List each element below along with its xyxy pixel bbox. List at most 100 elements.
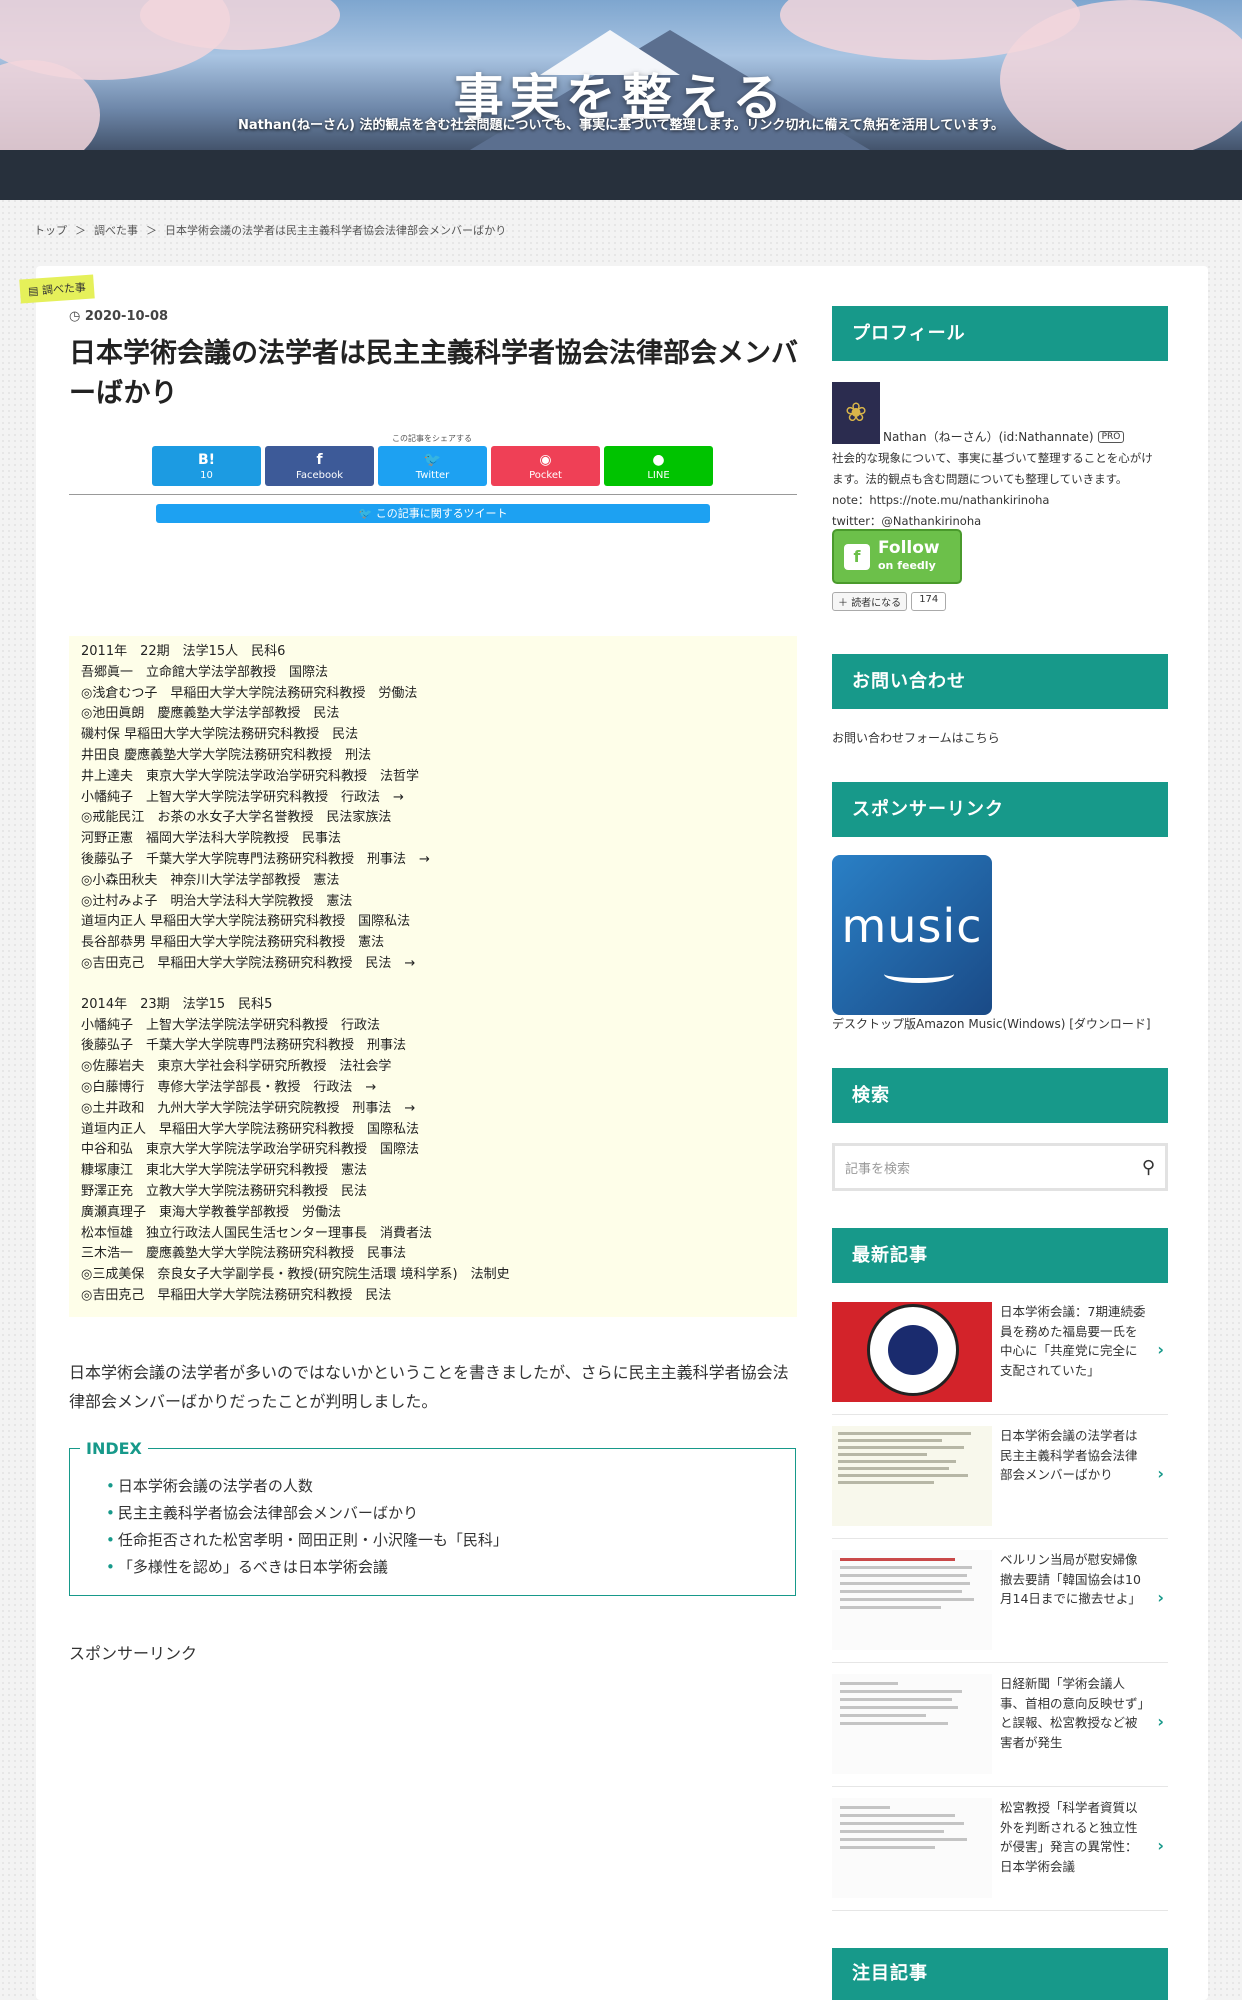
toc-item[interactable]: 「多様性を認め」るべきは日本学術会議 — [106, 1554, 508, 1581]
related-tweets-button[interactable]: 🐦 この記事に関するツイート — [156, 504, 710, 523]
chevron-right-icon: › — [1157, 1836, 1164, 1855]
profile-heading: プロフィール — [832, 306, 1168, 361]
post-date-text: 2020-10-08 — [84, 309, 169, 324]
profile-description: 社会的な現象について、事実に基づいて整理することを心がけ ます。法的観点も含む問… — [832, 448, 1172, 532]
subscribe-button[interactable]: ＋ 読者になる — [832, 592, 908, 611]
breadcrumb-home[interactable]: トップ — [34, 222, 67, 238]
text-line-decoration — [840, 1822, 964, 1825]
category-label-text: 調べた事 — [41, 280, 87, 298]
recent-post-item[interactable]: 日本学術会議：7期連続委員を務めた福島要一氏を中心に「共産党に完全に支配されてい… — [832, 1300, 1168, 1415]
text-line-decoration — [840, 1558, 956, 1561]
feedly-on-label: on feedly — [878, 558, 936, 572]
text-line-decoration — [840, 1574, 967, 1577]
avatar[interactable]: ❀ — [832, 382, 880, 444]
hatena-bookmark-button[interactable]: B! 10 — [152, 446, 261, 486]
recent-post-item[interactable]: ベルリン当局が慰安婦像撤去要請「韓国協会は10月14日までに撤去せよ」 › — [832, 1548, 1168, 1663]
facebook-label: Facebook — [296, 469, 343, 481]
member-line: ◎佐藤岩夫 東京大学社会科学研究所教授 法社会学 — [81, 1059, 392, 1075]
text-line-decoration — [838, 1432, 972, 1435]
line-label: LINE — [647, 469, 670, 481]
member-line: 道垣内正人 早稲田大学大学院法務研究科教授 国際私法 — [81, 914, 411, 930]
breadcrumb: トップ ＞ 調べた事 ＞ 日本学術会議の法学者は民主主義科学者協会法律部会メンバ… — [34, 222, 506, 238]
feedly-follow-label: Follow — [878, 537, 940, 558]
profile-note-link[interactable]: note：https://note.mu/nathankirinoha — [832, 490, 1172, 511]
member-line: ◎戒能民江 お茶の水女子大学名誉教授 民法家族法 — [81, 810, 392, 826]
feedly-follow-button[interactable]: f Follow on feedly — [832, 529, 962, 584]
hatena-bookmark-icon: B! — [197, 451, 216, 468]
text-line-decoration — [838, 1439, 942, 1442]
profile-name-text[interactable]: Nathan（ねーさん）(id:Nathannate) — [883, 428, 1094, 445]
twitter-icon: 🐦 — [423, 451, 442, 468]
pro-badge: PRO — [1097, 430, 1125, 443]
amazon-music-ad[interactable]: music — [832, 855, 992, 1015]
chevron-right-icon: › — [1157, 1712, 1164, 1731]
text-line-decoration — [840, 1838, 967, 1841]
member-line: 後藤弘子 千葉大学大学院専門法務研究科教授 刑事法 → — [81, 851, 430, 867]
pocket-share-button[interactable]: ◉ Pocket — [491, 446, 600, 486]
twitter-share-button[interactable]: 🐦 Twitter — [378, 446, 487, 486]
document-icon: ▤ — [27, 284, 39, 299]
text-line-decoration — [840, 1606, 941, 1609]
breadcrumb-category[interactable]: 調べた事 — [94, 222, 138, 238]
toc-list: 日本学術会議の法学者の人数 民主主義科学者協会法律部会メンバーばかり 任命拒否さ… — [106, 1473, 508, 1581]
clock-icon: ◷ — [69, 309, 81, 324]
member-line: 糠塚康江 東北大学大学院法学研究科教授 憲法 — [81, 1163, 368, 1179]
hills-decoration — [0, 150, 1242, 200]
member-line: 2014年 23期 法学15 民科5 — [81, 996, 273, 1012]
amazon-music-link[interactable]: デスクトップ版Amazon Music(Windows) [ダウンロード] — [832, 1015, 1151, 1032]
facebook-share-button[interactable]: f Facebook — [265, 446, 374, 486]
pocket-label: Pocket — [529, 469, 562, 481]
chevron-right-icon: › — [1157, 1340, 1164, 1359]
toc-item[interactable]: 任命拒否された松宮孝明・岡田正則・小沢隆一も「民科」 — [106, 1527, 508, 1554]
member-line: 吾郷眞一 立命館大学法学部教授 国際法 — [81, 664, 329, 680]
line-share-button[interactable]: ● LINE — [604, 446, 713, 486]
divider — [69, 494, 797, 495]
member-line: 長谷部恭男 早稲田大学大学院法務研究科教授 憲法 — [81, 935, 385, 951]
family-crest-icon: ❀ — [845, 398, 867, 428]
recent-post-title[interactable]: 日経新聞「学術会議人事、首相の意向反映せず」と誤報、松宮教授など被害者が発生 — [1000, 1674, 1148, 1752]
text-line-decoration — [840, 1682, 898, 1685]
recent-post-item[interactable]: 日本学術会議の法学者は民主主義科学者協会法律部会メンバーばかり › — [832, 1424, 1168, 1539]
member-line: 廣瀬真理子 東海大学教養学部教授 労働法 — [81, 1204, 342, 1220]
amazon-smile-icon — [884, 965, 954, 983]
member-list-box: 2011年 22期 法学15人 民科6 吾郷眞一 立命館大学法学部教授 国際法 … — [69, 636, 797, 1317]
text-line-decoration — [840, 1590, 963, 1593]
recent-posts-heading: 最新記事 — [832, 1228, 1168, 1283]
member-line: ◎浅倉むつ子 早稲田大学大学院法務研究科教授 労働法 — [81, 685, 418, 701]
post-date: ◷ 2020-10-08 — [69, 309, 168, 324]
member-line: 野澤正充 立教大学大学院法務研究科教授 民法 — [81, 1183, 368, 1199]
text-line-decoration — [838, 1446, 964, 1449]
recent-post-title[interactable]: 松宮教授「科学者資質以外を判断されると独立性が侵害」発言の異常性：日本学術会議 — [1000, 1798, 1148, 1876]
contact-form-link[interactable]: お問い合わせフォームはこちら — [832, 729, 1000, 746]
recent-post-title[interactable]: 日本学術会議の法学者は民主主義科学者協会法律部会メンバーばかり — [1000, 1426, 1148, 1485]
recent-post-title[interactable]: 日本学術会議：7期連続委員を務めた福島要一氏を中心に「共産党に完全に支配されてい… — [1000, 1302, 1148, 1380]
recent-post-thumbnail — [832, 1550, 992, 1650]
sponsor-label: スポンサーリンク — [69, 1644, 198, 1663]
plus-icon: ＋ — [838, 598, 848, 609]
facebook-icon: f — [316, 451, 323, 468]
member-line: 井上達夫 東京大学大学院法学政治学研究科教授 法哲学 — [81, 768, 420, 784]
toc-item[interactable]: 民主主義科学者協会法律部会メンバーばかり — [106, 1500, 508, 1527]
science-council-seal-icon — [867, 1304, 959, 1396]
member-line: ◎吉田克己 早稲田大学大学院法務研究科教授 民法 → — [81, 955, 416, 971]
toc-item[interactable]: 日本学術会議の法学者の人数 — [106, 1473, 508, 1500]
search-input[interactable]: 記事を検索 ⚲ — [832, 1143, 1168, 1191]
recent-post-item[interactable]: 松宮教授「科学者資質以外を判断されると独立性が侵害」発言の異常性：日本学術会議 … — [832, 1796, 1168, 1911]
category-label[interactable]: ▤ 調べた事 — [19, 274, 95, 304]
recent-post-thumbnail — [832, 1302, 992, 1402]
member-line: 磯村保 早稲田大学大学院法務研究科教授 民法 — [81, 727, 359, 743]
search-icon[interactable]: ⚲ — [1142, 1157, 1155, 1178]
text-line-decoration — [840, 1814, 956, 1817]
search-placeholder: 記事を検索 — [845, 1161, 911, 1177]
post-title: 日本学術会議の法学者は民主主義科学者協会法律部会メンバーばかり — [69, 338, 798, 409]
share-buttons: B! 10 f Facebook 🐦 Twitter ◉ Pocket ● LI… — [152, 446, 713, 486]
member-line: ◎池田眞朗 慶應義塾大学法学部教授 民法 — [81, 706, 340, 722]
recent-post-item[interactable]: 日経新聞「学術会議人事、首相の意向反映せず」と誤報、松宮教授など被害者が発生 › — [832, 1672, 1168, 1787]
breadcrumb-separator: ＞ — [75, 224, 86, 237]
subscriber-count: 174 — [911, 592, 947, 611]
chevron-right-icon: › — [1157, 1588, 1164, 1607]
recent-post-title[interactable]: ベルリン当局が慰安婦像撤去要請「韓国協会は10月14日までに撤去せよ」 — [1000, 1550, 1148, 1609]
text-line-decoration — [838, 1460, 957, 1463]
recent-post-thumbnail — [832, 1798, 992, 1898]
